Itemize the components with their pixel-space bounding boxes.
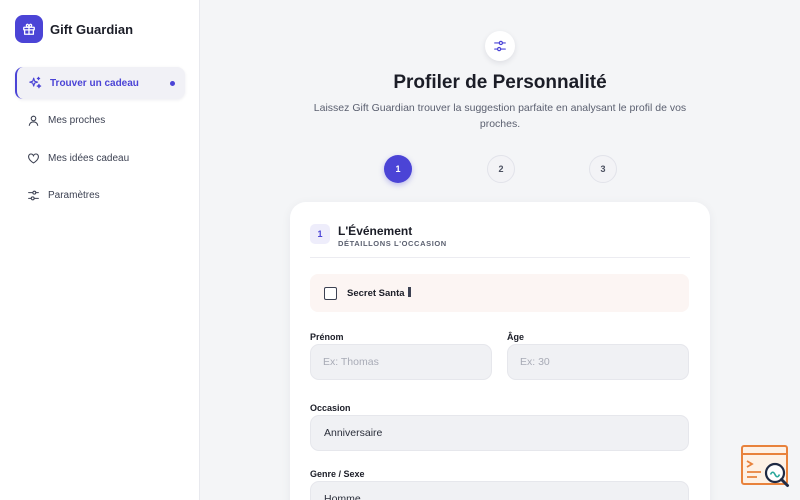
- sidebar-item-gift-ideas[interactable]: Mes idées cadeau: [15, 142, 185, 174]
- card-header: 1 L'Événement DÉTAILLONS L'OCCASION: [310, 224, 690, 258]
- age-input[interactable]: [507, 344, 689, 380]
- brand[interactable]: Gift Guardian: [15, 15, 133, 43]
- sidebar-item-label: Trouver un cadeau: [50, 77, 139, 89]
- heart-icon: [26, 151, 40, 165]
- step-3[interactable]: 3: [589, 155, 617, 183]
- user-icon: [26, 114, 40, 128]
- first-name-label: Prénom: [310, 332, 344, 342]
- gift-icon: [15, 15, 43, 43]
- gender-label: Genre / Sexe: [310, 469, 365, 479]
- secret-santa-checkbox[interactable]: [324, 286, 337, 300]
- gender-select[interactable]: Homme: [310, 481, 689, 500]
- stepper: 1 2 3: [200, 155, 800, 183]
- sidebar-item-settings[interactable]: Paramètres: [15, 180, 185, 212]
- page-subtitle: Laissez Gift Guardian trouver la suggest…: [313, 102, 687, 130]
- sliders-icon: [485, 31, 515, 61]
- main-content: Profiler de Personnalité Laissez Gift Gu…: [200, 0, 800, 500]
- step-1[interactable]: 1: [384, 155, 412, 183]
- sidebar-item-label: Paramètres: [48, 190, 100, 201]
- sparkles-icon: [28, 76, 42, 90]
- search-inspect-icon[interactable]: [741, 445, 791, 489]
- age-label: Âge: [507, 332, 525, 342]
- active-indicator-dot: [170, 81, 175, 86]
- event-card: 1 L'Événement DÉTAILLONS L'OCCASION Secr…: [290, 202, 710, 500]
- step-2[interactable]: 2: [487, 155, 515, 183]
- secret-santa-label: Secret Santa: [347, 287, 411, 299]
- occasion-label: Occasion: [310, 403, 351, 413]
- card-title: L'Événement: [338, 224, 413, 238]
- first-name-input[interactable]: [310, 344, 492, 380]
- sidebar-item-label: Mes idées cadeau: [48, 152, 130, 164]
- step-badge: 1: [310, 224, 330, 244]
- secret-santa-option[interactable]: Secret Santa: [310, 274, 689, 312]
- sliders-icon: [26, 189, 40, 203]
- page-title: Profiler de Personnalité: [393, 72, 607, 93]
- sidebar-item-label: Mes proches: [48, 115, 106, 126]
- text-cursor: [407, 287, 411, 297]
- sidebar-item-relatives[interactable]: Mes proches: [15, 105, 185, 137]
- app-name: Gift Guardian: [50, 21, 134, 37]
- sidebar: Gift Guardian Trouver un cadeau Mes proc: [0, 0, 200, 500]
- card-caption: DÉTAILLONS L'OCCASION: [338, 239, 447, 248]
- sidebar-item-find-gift[interactable]: Trouver un cadeau: [15, 67, 185, 99]
- sidebar-nav: Trouver un cadeau Mes proches Mes idées …: [15, 67, 185, 217]
- occasion-select[interactable]: Anniversaire: [310, 415, 689, 451]
